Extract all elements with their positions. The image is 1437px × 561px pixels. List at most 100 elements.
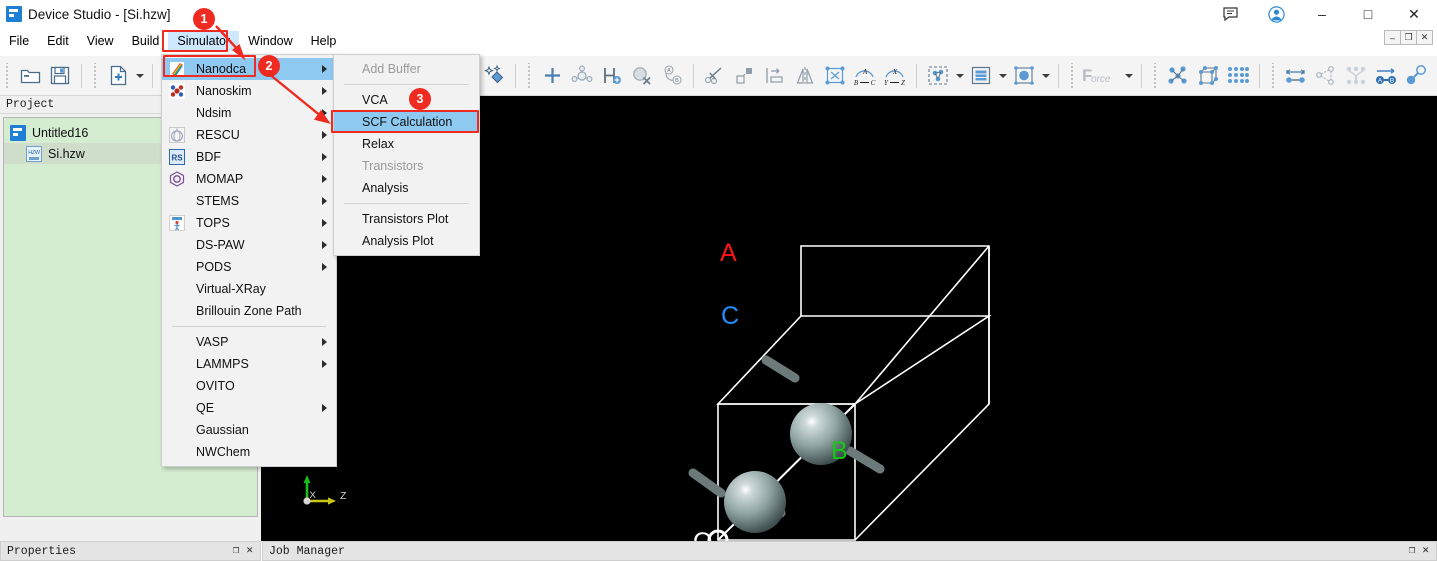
- job-manager-restore-icon[interactable]: ❐: [1409, 546, 1416, 557]
- svg-text:RS: RS: [171, 154, 183, 163]
- distance-icon[interactable]: [1281, 61, 1311, 91]
- delete-bond-icon[interactable]: [627, 61, 657, 91]
- menu-item-tops[interactable]: TOPS: [162, 212, 336, 234]
- toolbar-grip[interactable]: [1270, 63, 1277, 89]
- sphere-select-icon[interactable]: [1009, 61, 1039, 91]
- bond-network-icon[interactable]: [1163, 61, 1193, 91]
- nanodca-submenu[interactable]: Add Buffer VCA SCF Calculation Relax Tra…: [333, 54, 480, 256]
- menu-item-nanoskim[interactable]: Nanoskim: [162, 80, 336, 102]
- layers-dropdown-arrow[interactable]: [996, 61, 1009, 91]
- force-dropdown-arrow[interactable]: [1122, 61, 1135, 91]
- new-document-dropdown-arrow[interactable]: [133, 61, 146, 91]
- measure-ab-icon[interactable]: A B: [657, 61, 687, 91]
- properties-close-icon[interactable]: ✕: [246, 546, 253, 557]
- mdi-minimize-button[interactable]: –: [1384, 30, 1401, 45]
- submenu-item-analysis-plot[interactable]: Analysis Plot: [334, 230, 479, 252]
- bond-length-icon[interactable]: [1401, 61, 1431, 91]
- menu-item-gaussian[interactable]: Gaussian: [162, 419, 336, 441]
- molecule-icon[interactable]: [567, 61, 597, 91]
- select-cluster-icon[interactable]: [923, 61, 953, 91]
- scissors-icon[interactable]: [700, 61, 730, 91]
- menu-edit[interactable]: Edit: [38, 31, 78, 51]
- toolbar-grip[interactable]: [1069, 63, 1076, 89]
- toolbar-grip[interactable]: [4, 63, 11, 89]
- window-title: Device Studio - [Si.hzw]: [28, 7, 171, 22]
- svg-text:X: X: [892, 68, 898, 76]
- menu-item-label: LAMMPS: [196, 357, 249, 371]
- menu-item-vasp[interactable]: VASP: [162, 331, 336, 353]
- menu-item-rescu[interactable]: RESCU: [162, 124, 336, 146]
- menu-window[interactable]: Window: [239, 31, 301, 51]
- svg-text:Z: Z: [901, 79, 905, 86]
- mdi-restore-button[interactable]: ❐: [1400, 30, 1417, 45]
- submenu-item-analysis[interactable]: Analysis: [334, 177, 479, 199]
- menu-item-stems[interactable]: STEMS: [162, 190, 336, 212]
- submenu-item-label: Relax: [362, 137, 394, 151]
- account-icon[interactable]: [1253, 0, 1299, 28]
- transform-icon[interactable]: [730, 61, 760, 91]
- toolbar-grip[interactable]: [526, 63, 533, 89]
- menu-item-momap[interactable]: MOMAP: [162, 168, 336, 190]
- maximize-button[interactable]: □: [1345, 0, 1391, 28]
- new-document-icon[interactable]: [103, 61, 133, 91]
- magic-wand-icon[interactable]: [479, 61, 509, 91]
- properties-restore-icon[interactable]: ❐: [233, 546, 240, 557]
- menu-item-qe[interactable]: QE: [162, 397, 336, 419]
- supercell-icon[interactable]: [820, 61, 850, 91]
- menu-item-ovito[interactable]: OVITO: [162, 375, 336, 397]
- menu-build[interactable]: Build: [123, 31, 169, 51]
- job-manager-bar[interactable]: Job Manager ❐ ✕: [262, 541, 1437, 561]
- translate-icon[interactable]: [760, 61, 790, 91]
- lattice-icon[interactable]: [1223, 61, 1253, 91]
- menu-item-brillouin-zone-path[interactable]: Brillouin Zone Path: [162, 300, 336, 322]
- menu-item-label: DS-PAW: [196, 238, 245, 252]
- menu-item-ds-paw[interactable]: DS-PAW: [162, 234, 336, 256]
- ab-arrow-icon[interactable]: A B: [1371, 61, 1401, 91]
- submenu-item-scf-calculation[interactable]: SCF Calculation: [334, 111, 479, 133]
- toolbar-separator: [1259, 64, 1260, 88]
- angle-abc-icon[interactable]: A B C: [850, 61, 880, 91]
- menu-item-bdf[interactable]: RS BDF: [162, 146, 336, 168]
- submenu-item-label: Transistors: [362, 159, 423, 173]
- add-hydrogen-icon[interactable]: [597, 61, 627, 91]
- close-button[interactable]: ✕: [1391, 0, 1437, 28]
- open-folder-icon[interactable]: [15, 61, 45, 91]
- menu-item-lammps[interactable]: LAMMPS: [162, 353, 336, 375]
- submenu-item-relax[interactable]: Relax: [334, 133, 479, 155]
- menu-item-ndsim[interactable]: Ndsim: [162, 102, 336, 124]
- feedback-icon[interactable]: [1207, 0, 1253, 28]
- menu-item-label: Gaussian: [196, 423, 249, 437]
- menu-file[interactable]: File: [0, 31, 38, 51]
- add-atom-icon[interactable]: [537, 61, 567, 91]
- mdi-close-button[interactable]: ✕: [1416, 30, 1433, 45]
- menu-item-label: OVITO: [196, 379, 235, 393]
- mirror-icon[interactable]: [790, 61, 820, 91]
- properties-panel-bar[interactable]: Properties ❐ ✕: [0, 541, 261, 561]
- sphere-select-dropdown-arrow[interactable]: [1039, 61, 1052, 91]
- menu-item-pods[interactable]: PODS: [162, 256, 336, 278]
- menu-help[interactable]: Help: [302, 31, 346, 51]
- force-icon[interactable]: F orce: [1080, 61, 1122, 91]
- menu-item-nanodca[interactable]: Nanodca: [162, 58, 336, 80]
- menu-item-nwchem[interactable]: NWChem: [162, 441, 336, 463]
- tree-item-label: Si.hzw: [48, 147, 85, 161]
- dihedral-xyz-icon[interactable]: X Y Z: [880, 61, 910, 91]
- select-cluster-dropdown-arrow[interactable]: [953, 61, 966, 91]
- toolbar-separator: [152, 64, 153, 88]
- unit-cell-icon[interactable]: [1193, 61, 1223, 91]
- torsion-icon[interactable]: [1341, 61, 1371, 91]
- submenu-item-transistors-plot[interactable]: Transistors Plot: [334, 208, 479, 230]
- angle-icon[interactable]: [1311, 61, 1341, 91]
- simulator-dropdown-menu[interactable]: Nanodca Nanoskim Ndsim: [161, 54, 337, 467]
- submenu-item-vca[interactable]: VCA: [334, 89, 479, 111]
- toolbar-grip[interactable]: [1152, 63, 1159, 89]
- menu-item-virtual-xray[interactable]: Virtual-XRay: [162, 278, 336, 300]
- layers-icon[interactable]: [966, 61, 996, 91]
- job-manager-close-icon[interactable]: ✕: [1422, 546, 1429, 557]
- menu-view[interactable]: View: [78, 31, 123, 51]
- save-icon[interactable]: [45, 61, 75, 91]
- minimize-button[interactable]: –: [1299, 0, 1345, 28]
- toolbar-grip[interactable]: [92, 63, 99, 89]
- menu-simulator[interactable]: Simulator: [168, 31, 239, 51]
- submenu-item-label: Analysis Plot: [362, 234, 434, 248]
